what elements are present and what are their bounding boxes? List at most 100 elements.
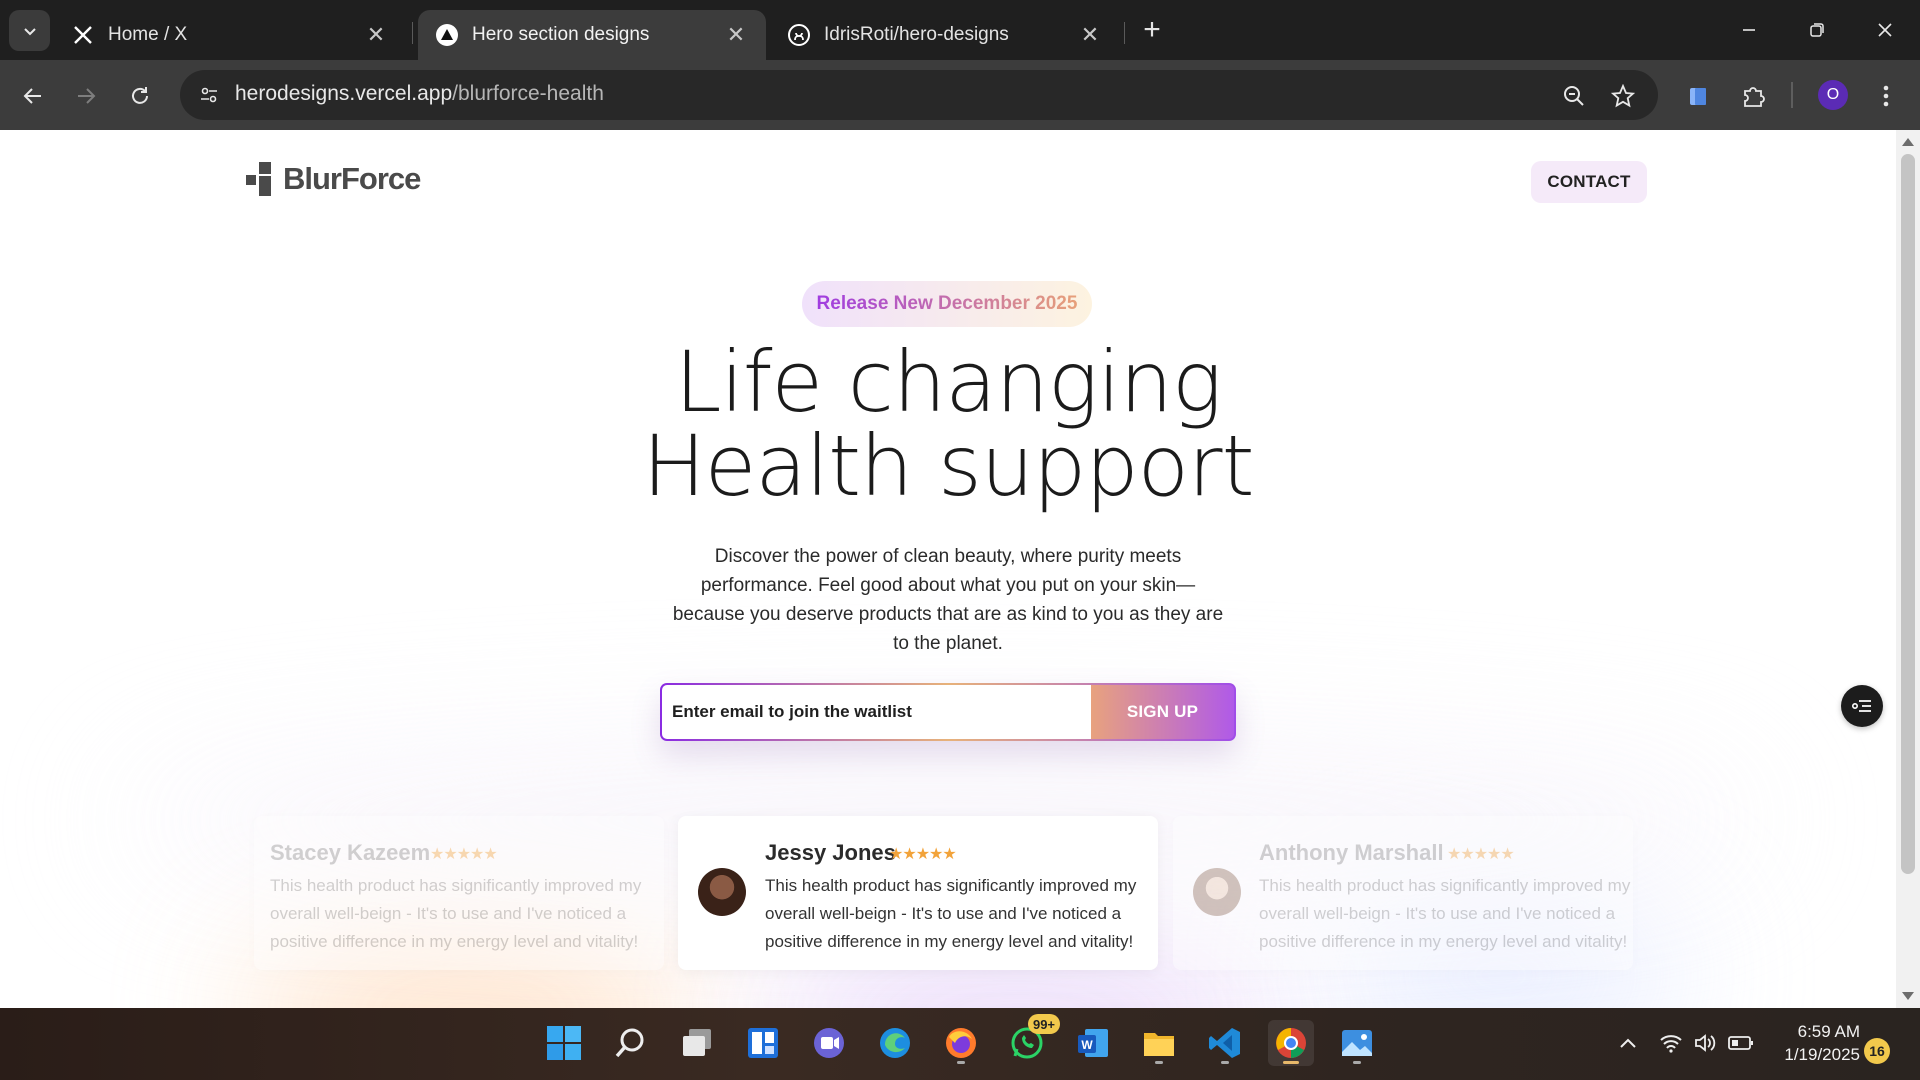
testimonial-quote: This health product has significantly im…	[765, 876, 1137, 951]
running-indicator	[1221, 1061, 1229, 1064]
notification-badge[interactable]: 16	[1864, 1038, 1890, 1064]
puzzle-icon	[1744, 87, 1765, 107]
hero-headline: Life changing Health support	[560, 340, 1336, 508]
bookmark-star-icon[interactable]	[1609, 82, 1637, 110]
brand-logo[interactable]: BlurForce	[246, 161, 421, 197]
forward-button[interactable]	[68, 78, 104, 114]
tab-github[interactable]: IdrisRoti/hero-designs ✕	[770, 10, 1120, 60]
page-scrollbar[interactable]	[1896, 130, 1920, 1008]
browser-tab-bar: Home / X ✕ Hero section designs ✕ IdrisR…	[0, 0, 1920, 60]
tab-hero-section-designs[interactable]: Hero section designs ✕	[418, 10, 766, 60]
clock-date: 1/19/2025	[1784, 1045, 1860, 1064]
close-icon	[1878, 23, 1892, 37]
waitlist-form: SIGN UP	[660, 683, 1236, 741]
avatar	[1193, 868, 1241, 916]
sidepanel-icon	[1690, 88, 1706, 105]
tab-search-button[interactable]	[9, 10, 50, 51]
teams-icon[interactable]	[806, 1020, 852, 1066]
battery-icon[interactable]	[1726, 1028, 1756, 1058]
tab-divider	[412, 22, 413, 44]
arrow-left-icon	[23, 88, 41, 104]
github-icon	[788, 24, 810, 46]
chrome-icon[interactable]	[1268, 1020, 1314, 1066]
reload-icon	[132, 87, 148, 104]
restore-icon	[1810, 23, 1824, 37]
close-tab-icon[interactable]: ✕	[1078, 22, 1102, 47]
hero-description: Discover the power of clean beauty, wher…	[672, 546, 1224, 654]
testimonial-quote: This health product has significantly im…	[270, 876, 642, 951]
url-host: herodesigns.vercel.app	[235, 82, 453, 105]
toolbar-divider	[1791, 82, 1793, 108]
tab-home-x[interactable]: Home / X ✕	[54, 10, 406, 60]
testimonial-card: Jessy Jones ★★★★★ This health product ha…	[678, 816, 1158, 970]
whatsapp-badge: 99+	[1028, 1014, 1060, 1034]
logo-mark-icon	[246, 162, 278, 196]
tab-title: IdrisRoti/hero-designs	[824, 24, 1009, 45]
firefox-icon[interactable]	[938, 1020, 984, 1066]
menu-button[interactable]	[1868, 78, 1904, 114]
star-rating: ★★★★★	[430, 846, 498, 863]
clock-time: 6:59 AM	[1797, 1022, 1860, 1041]
tab-title: Home / X	[108, 24, 188, 45]
photos-icon[interactable]	[1334, 1020, 1380, 1066]
tab-title: Hero section designs	[472, 24, 650, 45]
file-explorer-icon[interactable]	[1136, 1020, 1182, 1066]
tab-divider	[1124, 22, 1125, 44]
running-indicator	[1353, 1061, 1361, 1064]
profile-avatar[interactable]: O	[1818, 80, 1848, 110]
email-input[interactable]	[662, 685, 1091, 739]
url-path: /blurforce-health	[452, 82, 604, 105]
testimonial-card: Stacey Kazeem ★★★★★ This health product …	[254, 816, 664, 970]
more-vert-icon	[1883, 85, 1889, 107]
minimize-button[interactable]	[1726, 12, 1772, 48]
logo-text: BlurForce	[283, 161, 421, 196]
headline-line-1: Life changing	[674, 333, 1223, 431]
system-clock[interactable]: 6:59 AM 1/19/2025	[1770, 1020, 1860, 1066]
testimonial-name: Anthony Marshall	[1259, 840, 1444, 865]
running-indicator	[957, 1061, 965, 1064]
plus-icon: +	[1143, 13, 1161, 46]
close-tab-icon[interactable]: ✕	[724, 22, 748, 47]
running-indicator	[1283, 1061, 1299, 1064]
search-icon[interactable]	[607, 1020, 653, 1066]
windows-start-icon[interactable]	[541, 1020, 587, 1066]
signup-button[interactable]: SIGN UP	[1091, 685, 1234, 739]
tray-overflow-icon[interactable]	[1616, 1028, 1640, 1058]
running-indicator	[1155, 1061, 1163, 1064]
word-icon[interactable]: W	[1070, 1020, 1116, 1066]
edge-icon[interactable]	[872, 1020, 918, 1066]
release-badge: Release New December 2025	[802, 281, 1092, 327]
close-window-button[interactable]	[1862, 12, 1908, 48]
task-view-icon[interactable]	[674, 1020, 720, 1066]
scroll-thumb[interactable]	[1901, 154, 1915, 874]
reload-button[interactable]	[122, 78, 158, 114]
testimonials-row: Stacey Kazeem ★★★★★ This health product …	[0, 816, 1896, 1008]
contact-button[interactable]: CONTACT	[1531, 161, 1647, 203]
vscode-icon[interactable]	[1202, 1020, 1248, 1066]
wifi-icon[interactable]	[1656, 1028, 1686, 1058]
page-viewport: BlurForce CONTACT Release New December 2…	[0, 130, 1896, 1008]
scroll-down-icon[interactable]	[1902, 992, 1914, 1000]
address-bar[interactable]: herodesigns.vercel.app/blurforce-health	[180, 70, 1658, 120]
volume-icon[interactable]	[1690, 1028, 1720, 1058]
testimonial-card: Anthony Marshall ★★★★★ This health produ…	[1173, 816, 1633, 970]
close-tab-icon[interactable]: ✕	[364, 22, 388, 47]
back-button[interactable]	[15, 78, 51, 114]
zoom-icon[interactable]	[1560, 82, 1588, 110]
extension-button[interactable]	[1680, 78, 1716, 114]
site-info-icon[interactable]	[194, 80, 224, 110]
browser-toolbar: herodesigns.vercel.app/blurforce-health …	[0, 60, 1920, 130]
star-rating: ★★★★★	[1447, 846, 1515, 863]
extensions-button[interactable]	[1735, 78, 1771, 114]
scroll-up-icon[interactable]	[1902, 138, 1914, 146]
x-logo-icon	[72, 24, 94, 46]
widgets-icon[interactable]	[740, 1020, 786, 1066]
svg-text:W: W	[1081, 1038, 1093, 1052]
whatsapp-icon[interactable]: 99+	[1004, 1014, 1060, 1066]
minimize-icon	[1743, 29, 1755, 31]
floating-menu-button[interactable]	[1841, 685, 1883, 727]
filter-list-icon	[1852, 700, 1871, 712]
restore-button[interactable]	[1794, 12, 1840, 48]
new-tab-button[interactable]: +	[1136, 13, 1168, 46]
testimonial-quote: This health product has significantly im…	[1259, 876, 1631, 951]
